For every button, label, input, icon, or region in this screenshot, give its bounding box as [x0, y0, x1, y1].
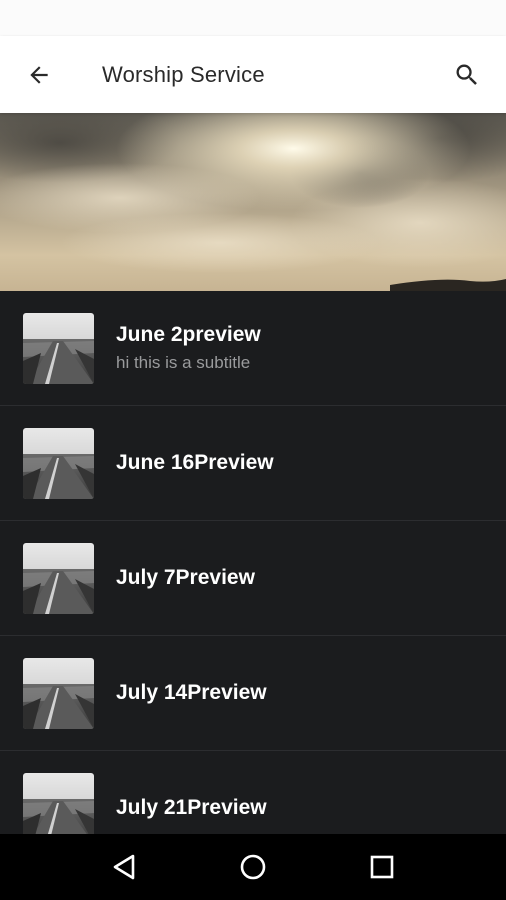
search-icon	[456, 64, 477, 85]
list-item[interactable]: June 16Preview	[0, 406, 506, 521]
list-item-title: July 21Preview	[116, 796, 267, 819]
road-thumbnail	[23, 313, 94, 384]
list-item[interactable]: June 2preview hi this is a subtitle	[0, 291, 506, 406]
app-bar: Worship Service	[0, 36, 506, 113]
sermon-list: June 2preview hi this is a subtitle June…	[0, 291, 506, 834]
list-item-title: July 7Preview	[116, 566, 255, 589]
road-thumbnail	[23, 543, 94, 614]
nav-back-button[interactable]	[99, 842, 149, 892]
list-item[interactable]: July 14Preview	[0, 636, 506, 751]
sky-clouds-image	[0, 113, 506, 291]
nav-back-icon	[114, 854, 135, 880]
status-bar	[0, 0, 506, 36]
search-button[interactable]	[448, 56, 486, 94]
list-item-title: June 2preview	[116, 323, 261, 346]
road-thumbnail	[23, 658, 94, 729]
system-nav-bar	[0, 834, 506, 900]
nav-home-button[interactable]	[228, 842, 278, 892]
road-thumbnail	[23, 773, 94, 834]
hero-banner	[0, 113, 506, 291]
list-item-subtitle: hi this is a subtitle	[116, 353, 251, 372]
back-button[interactable]	[20, 56, 58, 94]
nav-home-icon	[240, 854, 266, 880]
list-item-title: June 16Preview	[116, 451, 274, 474]
road-thumbnail	[23, 428, 94, 499]
page-title: Worship Service	[102, 62, 265, 87]
arrow-back-icon	[30, 66, 48, 84]
list-item[interactable]: July 7Preview	[0, 521, 506, 636]
list-item-title: July 14Preview	[116, 681, 267, 704]
nav-recents-icon	[370, 855, 393, 879]
nav-recents-button[interactable]	[357, 842, 407, 892]
list-item[interactable]: July 21Preview	[0, 751, 506, 834]
